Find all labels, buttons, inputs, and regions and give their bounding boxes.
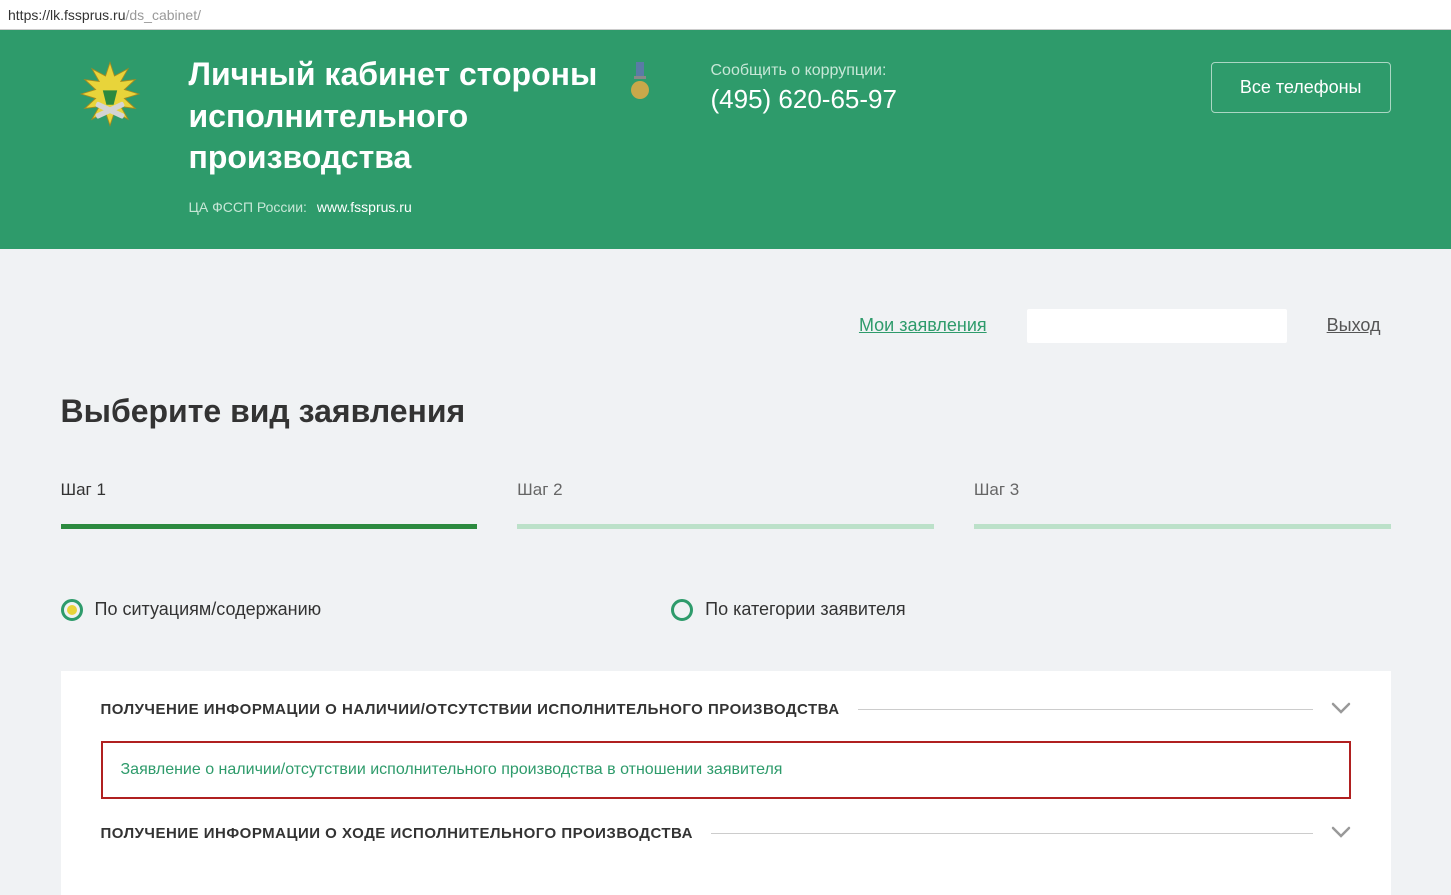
step-bar	[974, 524, 1391, 529]
radio-icon	[671, 599, 693, 621]
step-3[interactable]: Шаг 3	[974, 480, 1391, 529]
section-title: ПОЛУЧЕНИЕ ИНФОРМАЦИИ О ХОДЕ ИСПОЛНИТЕЛЬН…	[101, 825, 693, 842]
contact-block: Сообщить о коррупции: (495) 620-65-97	[711, 62, 897, 115]
url-path: /ds_cabinet/	[125, 7, 201, 23]
filter-by-category[interactable]: По категории заявителя	[671, 599, 906, 621]
all-phones-button[interactable]: Все телефоны	[1211, 62, 1391, 113]
medal-icon	[629, 62, 651, 102]
section-header-presence[interactable]: ПОЛУЧЕНИЕ ИНФОРМАЦИИ О НАЛИЧИИ/ОТСУТСТВИ…	[101, 701, 1351, 719]
emblem-icon	[61, 54, 159, 152]
divider	[711, 833, 1313, 834]
site-header: Личный кабинет стороны исполнительного п…	[0, 30, 1451, 249]
logout-link[interactable]: Выход	[1327, 315, 1381, 336]
address-bar[interactable]: https://lk.fssprus.ru/ds_cabinet/	[0, 0, 1451, 30]
step-label: Шаг 2	[517, 480, 934, 500]
top-nav: Мои заявления Выход	[61, 309, 1391, 343]
section-title: ПОЛУЧЕНИЕ ИНФОРМАЦИИ О НАЛИЧИИ/ОТСУТСТВИ…	[101, 701, 840, 718]
steps-row: Шаг 1 Шаг 2 Шаг 3	[61, 480, 1391, 529]
step-label: Шаг 1	[61, 480, 478, 500]
applications-panel: ПОЛУЧЕНИЕ ИНФОРМАЦИИ О НАЛИЧИИ/ОТСУТСТВИ…	[61, 671, 1391, 895]
highlighted-application[interactable]: Заявление о наличии/отсутствии исполните…	[101, 741, 1351, 799]
step-label: Шаг 3	[974, 480, 1391, 500]
divider	[858, 709, 1313, 710]
page-title: Выберите вид заявления	[61, 393, 1391, 430]
section-header-progress[interactable]: ПОЛУЧЕНИЕ ИНФОРМАЦИИ О ХОДЕ ИСПОЛНИТЕЛЬН…	[101, 825, 1351, 843]
radio-label: По ситуациям/содержанию	[95, 599, 322, 620]
filter-by-content[interactable]: По ситуациям/содержанию	[61, 599, 322, 621]
org-domain-link[interactable]: www.fssprus.ru	[317, 199, 412, 215]
url-host: https://lk.fssprus.ru	[8, 7, 125, 23]
corruption-label: Сообщить о коррупции:	[711, 62, 897, 80]
filter-row: По ситуациям/содержанию По категории зая…	[61, 599, 1391, 621]
step-1[interactable]: Шаг 1	[61, 480, 478, 529]
org-label: ЦА ФССП России:	[189, 199, 307, 215]
application-link[interactable]: Заявление о наличии/отсутствии исполните…	[121, 761, 783, 778]
radio-label: По категории заявителя	[705, 599, 906, 620]
site-title: Личный кабинет стороны исполнительного п…	[189, 54, 609, 179]
phone-number[interactable]: (495) 620-65-97	[711, 84, 897, 115]
chevron-down-icon[interactable]	[1331, 701, 1351, 719]
step-bar	[61, 524, 478, 529]
step-2[interactable]: Шаг 2	[517, 480, 934, 529]
step-bar	[517, 524, 934, 529]
radio-icon	[61, 599, 83, 621]
my-applications-link[interactable]: Мои заявления	[859, 315, 987, 336]
user-name-block	[1027, 309, 1287, 343]
chevron-down-icon[interactable]	[1331, 825, 1351, 843]
